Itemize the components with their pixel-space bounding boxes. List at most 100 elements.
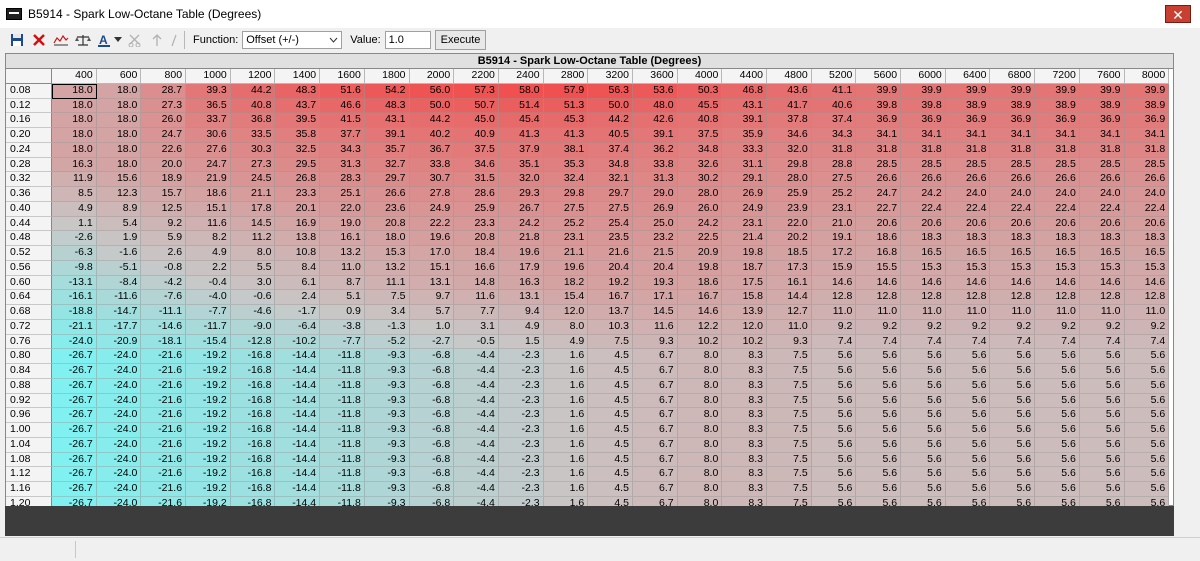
column-header[interactable]: 7200 [1035,69,1080,84]
table-cell[interactable]: -2.3 [498,482,544,497]
table-cell[interactable]: -14.4 [275,364,321,379]
table-cell[interactable]: 31.8 [1035,142,1080,158]
table-cell[interactable]: 34.1 [1035,128,1080,143]
table-cell[interactable]: 8.3 [722,437,767,453]
table-cell[interactable]: 5.6 [811,423,857,438]
table-cell[interactable]: 20.1 [275,201,321,217]
table-cell[interactable]: 37.4 [811,113,857,128]
table-cell[interactable]: 57.3 [454,83,499,99]
table-cell[interactable]: 50.3 [677,83,723,99]
table-cell[interactable]: 40.8 [677,113,723,128]
table-cell[interactable]: 14.6 [1124,275,1170,291]
delete-icon[interactable] [30,31,48,49]
close-button[interactable]: ✕ [1165,5,1191,23]
table-cell[interactable]: 38.9 [1124,98,1170,114]
table-cell[interactable]: 17.3 [767,260,812,276]
table-cell[interactable]: 43.1 [364,113,410,128]
table-cell[interactable]: 18.0 [52,128,97,143]
table-cell[interactable]: -19.2 [186,437,231,453]
table-cell[interactable]: 39.9 [856,83,902,99]
table-cell[interactable]: 5.6 [856,364,902,379]
table-cell[interactable]: 6.7 [632,349,678,364]
table-cell[interactable]: 5.6 [1079,378,1125,394]
table-cell[interactable]: -19.2 [186,452,231,468]
table-cell[interactable]: 32.5 [275,142,321,158]
table-cell[interactable]: -2.3 [498,408,544,423]
table-cell[interactable]: 22.7 [856,201,902,217]
table-cell[interactable]: -5.2 [364,334,410,350]
table-cell[interactable]: -14.4 [275,467,321,482]
table-cell[interactable]: 17.2 [811,246,857,261]
table-cell[interactable]: -9.8 [52,260,97,276]
table-cell[interactable]: -11.8 [320,437,365,453]
table-cell[interactable]: 5.6 [1124,467,1170,482]
table-cell[interactable]: 32.1 [588,172,633,187]
table-cell[interactable]: 1.1 [52,216,97,232]
table-cell[interactable]: 14.4 [767,290,812,305]
table-cell[interactable]: 5.6 [945,349,991,364]
table-cell[interactable]: -6.8 [409,437,455,453]
table-cell[interactable]: 31.8 [811,142,857,158]
table-cell[interactable]: 5.6 [1035,423,1080,438]
graph-icon[interactable] [52,31,70,49]
table-cell[interactable]: 28.6 [454,187,499,202]
table-cell[interactable]: 20.4 [588,260,633,276]
table-cell[interactable]: 39.8 [901,98,946,114]
table-cell[interactable]: 7.5 [364,290,410,305]
table-cell[interactable]: 50.7 [454,98,499,114]
table-cell[interactable]: -2.6 [52,231,97,246]
table-cell[interactable]: 6.7 [632,423,678,438]
column-header[interactable]: 4000 [677,69,723,84]
table-cell[interactable]: 25.9 [454,201,499,217]
row-header[interactable]: 1.16 [6,482,52,497]
table-cell[interactable]: 41.3 [498,128,544,143]
table-cell[interactable]: 32.0 [767,142,812,158]
table-cell[interactable]: -4.4 [454,393,499,409]
table-cell[interactable]: -5.1 [96,260,142,276]
table-cell[interactable]: 15.3 [1079,260,1125,276]
row-header[interactable]: 0.16 [6,113,52,128]
table-cell[interactable]: 18.7 [722,260,767,276]
table-cell[interactable]: 19.3 [632,275,678,291]
table-cell[interactable]: 20.6 [901,216,946,232]
table-cell[interactable]: 12.0 [543,305,589,320]
row-header[interactable]: 0.56 [6,260,52,276]
table-cell[interactable]: 8.0 [230,246,276,261]
table-cell[interactable]: 5.6 [945,437,991,453]
table-cell[interactable]: 8.5 [52,187,97,202]
table-cell[interactable]: 9.3 [632,334,678,350]
table-cell[interactable]: -24.0 [96,393,142,409]
table-cell[interactable]: 4.5 [588,467,633,482]
table-cell[interactable]: 4.9 [498,319,544,335]
table-cell[interactable]: 14.5 [230,216,276,232]
table-cell[interactable]: 12.7 [767,305,812,320]
table-cell[interactable]: 5.6 [1079,452,1125,468]
table-cell[interactable]: 5.6 [811,467,857,482]
table-cell[interactable]: 4.9 [186,246,231,261]
table-cell[interactable]: 5.6 [990,393,1036,409]
table-cell[interactable]: 18.6 [186,187,231,202]
table-cell[interactable]: 28.5 [945,157,991,173]
table-cell[interactable]: 16.3 [52,157,97,173]
table-cell[interactable]: 25.9 [767,187,812,202]
table-cell[interactable]: 15.7 [141,187,187,202]
table-cell[interactable]: 11.0 [1124,305,1170,320]
table-cell[interactable]: -6.3 [52,246,97,261]
table-cell[interactable]: 1.6 [543,378,589,394]
table-cell[interactable]: 35.7 [364,142,410,158]
table-cell[interactable]: 5.7 [409,305,455,320]
table-cell[interactable]: 26.6 [990,172,1036,187]
table-cell[interactable]: 24.0 [1035,187,1080,202]
table-cell[interactable]: 6.1 [275,275,321,291]
table-cell[interactable]: 31.8 [945,142,991,158]
table-cell[interactable]: -21.6 [141,378,187,394]
table-cell[interactable]: -11.8 [320,482,365,497]
table-cell[interactable]: 5.6 [856,408,902,423]
table-cell[interactable]: 5.6 [856,349,902,364]
table-cell[interactable]: 23.5 [588,231,633,246]
table-cell[interactable]: 9.2 [990,319,1036,335]
table-cell[interactable]: 13.2 [320,246,365,261]
table-cell[interactable]: 18.0 [96,113,142,128]
table-cell[interactable]: 28.5 [901,157,946,173]
table-cell[interactable]: 20.4 [632,260,678,276]
